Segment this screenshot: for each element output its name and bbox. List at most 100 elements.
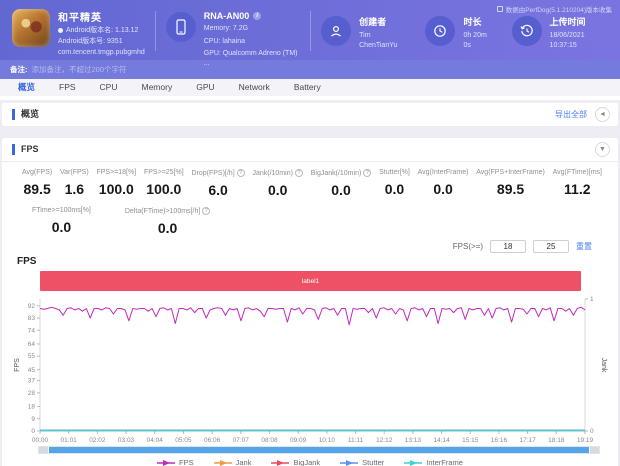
svg-text:12:12: 12:12 xyxy=(376,437,393,444)
help-icon[interactable]: ? xyxy=(202,207,211,215)
header-divider xyxy=(154,11,156,51)
creator-group: 创建者 Tim ChenTianYu xyxy=(321,13,407,50)
svg-text:83: 83 xyxy=(28,315,36,322)
metric-value: 0.0 xyxy=(384,181,405,197)
metric-value: 0.0 xyxy=(51,219,72,235)
legend-item-FPS[interactable]: FPS xyxy=(157,458,194,466)
legend-label: Stutter xyxy=(362,458,385,466)
metric-label: Drop(FPS)[/h] xyxy=(191,169,235,177)
remark-bar[interactable]: 备注: 添加备注，不超过200个字符 xyxy=(0,60,620,79)
metric-Delta(FTime)>100ms[/h]: Delta(FTime)>100ms[/h]? 0.0 xyxy=(125,207,211,236)
metric-Avg(FPS): Avg(FPS) 89.5 xyxy=(22,169,52,198)
metric-value: 89.5 xyxy=(23,181,51,197)
metric-label: FPS>=25[%] xyxy=(143,169,184,176)
tab-概览[interactable]: 概览 xyxy=(6,79,47,96)
overview-title: 概览 xyxy=(12,109,39,120)
device-info-icon[interactable]: i xyxy=(253,12,262,20)
svg-text:18:18: 18:18 xyxy=(548,437,565,444)
legend-item-BigJank[interactable]: BigJank xyxy=(271,458,320,466)
metric-label: Avg(FPS) xyxy=(22,169,53,176)
android-icon xyxy=(58,28,63,33)
device-info-group: RNA-AN00 i Memory: 7.2G CPU: lahaina GPU:… xyxy=(165,9,300,68)
legend-marker-icon xyxy=(340,459,359,466)
metric-label: FPS>=18[%] xyxy=(96,169,137,176)
chart-legend: FPS Jank BigJank Stutter InterFrame xyxy=(2,458,618,466)
collapse-left-icon[interactable]: ◄ xyxy=(595,107,610,122)
svg-text:64: 64 xyxy=(28,341,36,348)
metric-Jank(/10min): Jank(/10min)? 0.0 xyxy=(252,169,303,198)
app-package: com.tencent.tmgp.pubgmhd xyxy=(58,49,145,56)
legend-label: BigJank xyxy=(293,458,321,466)
metric-value: 100.0 xyxy=(146,181,182,197)
collapse-down-icon[interactable]: ▼ xyxy=(595,142,610,157)
tab-CPU[interactable]: CPU xyxy=(88,79,130,96)
svg-text:17:17: 17:17 xyxy=(519,437,536,444)
metric-Avg(FTime)[ms]: Avg(FTime)[ms] 11.2 xyxy=(553,169,602,198)
report-header: 和平精英 Android版本名: 1.13.12 Android版本号: 935… xyxy=(0,0,620,67)
metric-value: 0.0 xyxy=(157,220,178,236)
device-cpu: CPU: lahaina xyxy=(203,37,245,45)
help-icon[interactable]: ? xyxy=(236,169,245,177)
scrollbar-right-handle[interactable] xyxy=(590,447,599,453)
metric-Var(FPS): Var(FPS) 1.6 xyxy=(60,169,89,198)
fps-card: FPS ▼ Avg(FPS) 89.5 Var(FPS) 1.6 FPS>=18[%] 1… xyxy=(2,138,618,466)
legend-item-Jank[interactable]: Jank xyxy=(213,458,251,466)
fps-threshold-row: FPS(>=) 重置 xyxy=(2,236,618,253)
metric-Avg(InterFrame): Avg(InterFrame) 0.0 xyxy=(418,169,469,198)
tab-Memory[interactable]: Memory xyxy=(130,79,185,96)
metric-label: Avg(FTime)[ms] xyxy=(552,169,602,176)
metric-value: 89.5 xyxy=(496,181,525,197)
chart-annotation-band: label1 xyxy=(40,271,581,291)
metric-label: Avg(InterFrame) xyxy=(417,169,469,176)
reset-button[interactable]: 重置 xyxy=(576,241,592,252)
history-clock-icon xyxy=(511,16,542,46)
fps-section-title: FPS xyxy=(12,144,39,155)
device-memory: Memory: 7.2G xyxy=(203,25,249,32)
svg-text:02:02: 02:02 xyxy=(89,437,106,444)
legend-item-Stutter[interactable]: Stutter xyxy=(340,458,384,466)
app-info-group: 和平精英 Android版本名: 1.13.12 Android版本号: 935… xyxy=(12,9,145,57)
svg-text:13:13: 13:13 xyxy=(405,437,422,444)
svg-text:10:10: 10:10 xyxy=(319,437,336,444)
svg-text:00:00: 00:00 xyxy=(32,437,49,444)
remark-placeholder: 添加备注，不超过200个字符 xyxy=(31,65,127,74)
metric-FPS>=25[%]: FPS>=25[%] 100.0 xyxy=(144,169,184,198)
duration-label: 时长 xyxy=(463,17,482,27)
metric-value: 11.2 xyxy=(564,181,591,197)
fps-line-chart[interactable]: 92 83 74 64 55 45 37 28 18 9 0 1 0 00:00 01:01 02:02 03:… xyxy=(10,293,614,445)
clock-icon xyxy=(425,16,456,46)
fps-threshold-label: FPS(>=) xyxy=(452,242,483,251)
creator-value: Tim ChenTianYu xyxy=(359,32,398,49)
fps-threshold-input-1[interactable] xyxy=(490,240,526,253)
export-all-link[interactable]: 导出全部 xyxy=(555,109,587,120)
upload-time-label: 上传时间 xyxy=(549,17,586,27)
app-version-code: Android版本号: 9351 xyxy=(58,38,123,45)
metric-label: Avg(FPS+InterFrame) xyxy=(476,169,545,176)
legend-marker-icon xyxy=(157,459,176,466)
svg-text:74: 74 xyxy=(28,327,36,334)
tab-bar: 概览 FPS CPU Memory GPU Network Battery xyxy=(0,79,620,100)
legend-marker-icon xyxy=(404,459,423,466)
svg-text:18: 18 xyxy=(28,404,36,411)
legend-item-InterFrame[interactable]: InterFrame xyxy=(404,458,463,466)
fps-threshold-input-2[interactable] xyxy=(533,240,569,253)
upload-time-value: 18/06/2021 10:37:15 xyxy=(549,32,585,49)
help-icon[interactable]: ? xyxy=(294,169,303,177)
metric-value: 100.0 xyxy=(98,181,134,197)
tab-GPU[interactable]: GPU xyxy=(184,79,226,96)
tab-FPS[interactable]: FPS xyxy=(47,79,88,96)
svg-text:55: 55 xyxy=(28,353,36,360)
svg-text:16:16: 16:16 xyxy=(491,437,508,444)
svg-text:9: 9 xyxy=(31,416,35,423)
help-icon[interactable]: ? xyxy=(363,169,372,177)
tab-Network[interactable]: Network xyxy=(227,79,282,96)
svg-text:45: 45 xyxy=(28,367,36,374)
metric-value: 0.0 xyxy=(433,181,453,197)
scrollbar-left-handle[interactable] xyxy=(39,447,48,453)
legend-marker-icon xyxy=(213,459,232,466)
tab-Battery[interactable]: Battery xyxy=(282,79,333,96)
chart-h-scrollbar[interactable] xyxy=(38,446,600,454)
scrollbar-thumb[interactable] xyxy=(48,447,590,453)
metric-label: Var(FPS) xyxy=(60,169,89,176)
svg-text:Jank: Jank xyxy=(600,358,607,373)
